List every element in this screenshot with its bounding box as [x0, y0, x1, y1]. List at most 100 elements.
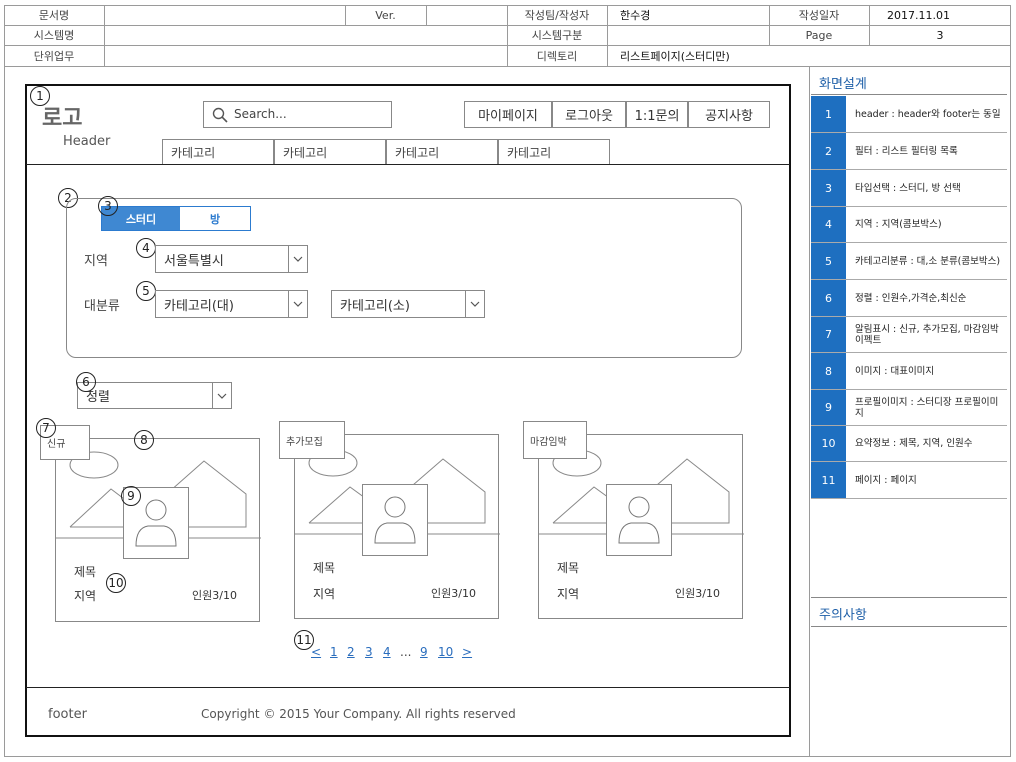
marker-4: 4 — [136, 238, 156, 258]
category-tab[interactable]: 카테고리 — [498, 139, 610, 164]
marker-5: 5 — [136, 281, 156, 301]
spec-item: 6 정렬 : 인원수,가격순,최신순 — [811, 280, 1007, 317]
spec-num: 7 — [811, 317, 846, 352]
spec-num: 1 — [811, 96, 846, 132]
chevron-down-icon — [288, 246, 307, 272]
dir-label: 디렉토리 — [536, 50, 578, 63]
type-tab-room[interactable]: 방 — [180, 207, 250, 230]
search-placeholder: Search... — [234, 107, 287, 121]
page-next[interactable]: > — [462, 645, 472, 659]
spec-text: 요약정보 : 제목, 지역, 인원수 — [855, 438, 973, 449]
category-small-value: 카테고리(소) — [340, 298, 410, 314]
page-ellipsis: ... — [400, 645, 412, 659]
marker-7: 7 — [36, 418, 56, 438]
spec-text: 알림표시 : 신규, 추가모집, 마감임박 이펙트 — [855, 323, 999, 346]
page-link[interactable]: 10 — [438, 645, 453, 659]
category-tab[interactable]: 카테고리 — [162, 139, 274, 164]
marker-9: 9 — [121, 486, 141, 506]
notes-title: 주의사항 — [819, 608, 867, 623]
logo[interactable]: 로고 — [42, 100, 82, 132]
profile-image — [606, 484, 672, 556]
sidebar-divider — [809, 66, 810, 757]
spec-num: 8 — [811, 353, 846, 389]
sidebar-title: 화면설계 — [819, 77, 867, 92]
col-divider — [104, 5, 105, 67]
chevron-down-icon — [465, 291, 484, 317]
logout-button[interactable]: 로그아웃 — [552, 101, 626, 128]
notes-top-divider — [811, 597, 1007, 598]
system-name-label: 시스템명 — [33, 29, 75, 42]
spec-item: 3 타입선택 : 스터디, 방 선택 — [811, 170, 1007, 207]
category-tab[interactable]: 카테고리 — [386, 139, 498, 164]
spec-text: 필터 : 리스트 필터링 목록 — [855, 145, 958, 157]
team-value: 한수경 — [620, 9, 651, 22]
inquiry-button[interactable]: 1:1문의 — [626, 101, 688, 128]
page-link[interactable]: 2 — [347, 645, 355, 659]
region-select-value: 서울특별시 — [164, 253, 224, 269]
card-region: 지역 — [557, 587, 580, 601]
study-card[interactable]: 제목 지역 인원3/10 — [55, 438, 261, 622]
spec-text: 지역 : 지역(콤보박스) — [855, 219, 942, 230]
category-label: 대분류 — [84, 299, 120, 314]
spec-item: 10 요약정보 : 제목, 지역, 인원수 — [811, 426, 1007, 462]
spec-text: header : header와 footer는 동일 — [855, 108, 1001, 120]
spec-item: 2 필터 : 리스트 필터링 목록 — [811, 133, 1007, 170]
mypage-button[interactable]: 마이페이지 — [464, 101, 552, 128]
study-card[interactable]: 제목 지역 인원3/10 — [294, 434, 500, 619]
unit-label: 단위업무 — [33, 50, 75, 63]
category-tab[interactable]: 카테고리 — [274, 139, 386, 164]
spec-item: 11 페이지 : 페이지 — [811, 462, 1007, 499]
doc-name-label: 문서명 — [38, 9, 70, 22]
spec-item: 7 알림표시 : 신규, 추가모집, 마감임박 이펙트 — [811, 317, 1007, 353]
sidebar-title-divider — [811, 94, 1007, 95]
card-count: 인원3/10 — [675, 587, 720, 600]
copyright-text: Copyright © 2015 Your Company. All right… — [201, 707, 516, 721]
search-input[interactable]: Search... — [203, 101, 392, 128]
footer-label: footer — [48, 707, 87, 722]
col-divider — [426, 5, 427, 25]
card-count: 인원3/10 — [431, 587, 476, 600]
card-region: 지역 — [74, 589, 97, 603]
spec-item: 9 프로필이미지 : 스터디장 프로필이미지 — [811, 390, 1007, 426]
card-title: 제목 — [74, 565, 97, 579]
spec-num: 6 — [811, 280, 846, 316]
system-div-label: 시스템구분 — [531, 29, 583, 42]
type-toggle[interactable]: 스터디 방 — [101, 206, 251, 231]
notice-button[interactable]: 공지사항 — [688, 101, 770, 128]
region-label: 지역 — [84, 254, 108, 269]
profile-image — [362, 484, 428, 556]
page-link[interactable]: 4 — [383, 645, 391, 659]
marker-10: 10 — [106, 573, 126, 593]
notes-title-divider — [811, 626, 1007, 627]
study-card[interactable]: 제목 지역 인원3/10 — [538, 434, 744, 619]
marker-8: 8 — [134, 430, 154, 450]
spec-text: 페이지 : 페이지 — [855, 474, 917, 486]
spec-num: 5 — [811, 243, 846, 279]
region-select[interactable]: 서울특별시 — [155, 245, 308, 273]
sort-select[interactable]: 정렬 — [77, 382, 232, 409]
page-link[interactable]: 1 — [330, 645, 338, 659]
spec-text: 카테고리분류 : 대,소 분류(콤보박스) — [855, 255, 1001, 267]
spec-num: 10 — [811, 426, 846, 461]
page-prev[interactable]: < — [311, 645, 321, 659]
spec-item: 1 header : header와 footer는 동일 — [811, 96, 1007, 133]
spec-num: 2 — [811, 133, 846, 169]
user-icon — [618, 496, 660, 544]
category-small-select[interactable]: 카테고리(소) — [331, 290, 485, 318]
page-link[interactable]: 3 — [365, 645, 373, 659]
page-label: Page — [805, 28, 833, 42]
chevron-down-icon — [288, 291, 307, 317]
chevron-down-icon — [212, 383, 231, 408]
spec-num: 3 — [811, 170, 846, 206]
spec-item: 4 지역 : 지역(콤보박스) — [811, 207, 1007, 243]
category-big-select[interactable]: 카테고리(대) — [155, 290, 308, 318]
search-icon — [212, 107, 228, 127]
card-title: 제목 — [557, 561, 580, 575]
header-caption: Header — [63, 134, 111, 149]
card-count: 인원3/10 — [192, 589, 237, 602]
spec-num: 4 — [811, 207, 846, 242]
page-link[interactable]: 9 — [420, 645, 428, 659]
team-label: 작성팀/작성자 — [524, 9, 590, 22]
spec-num: 9 — [811, 390, 846, 425]
marker-6: 6 — [76, 372, 96, 392]
